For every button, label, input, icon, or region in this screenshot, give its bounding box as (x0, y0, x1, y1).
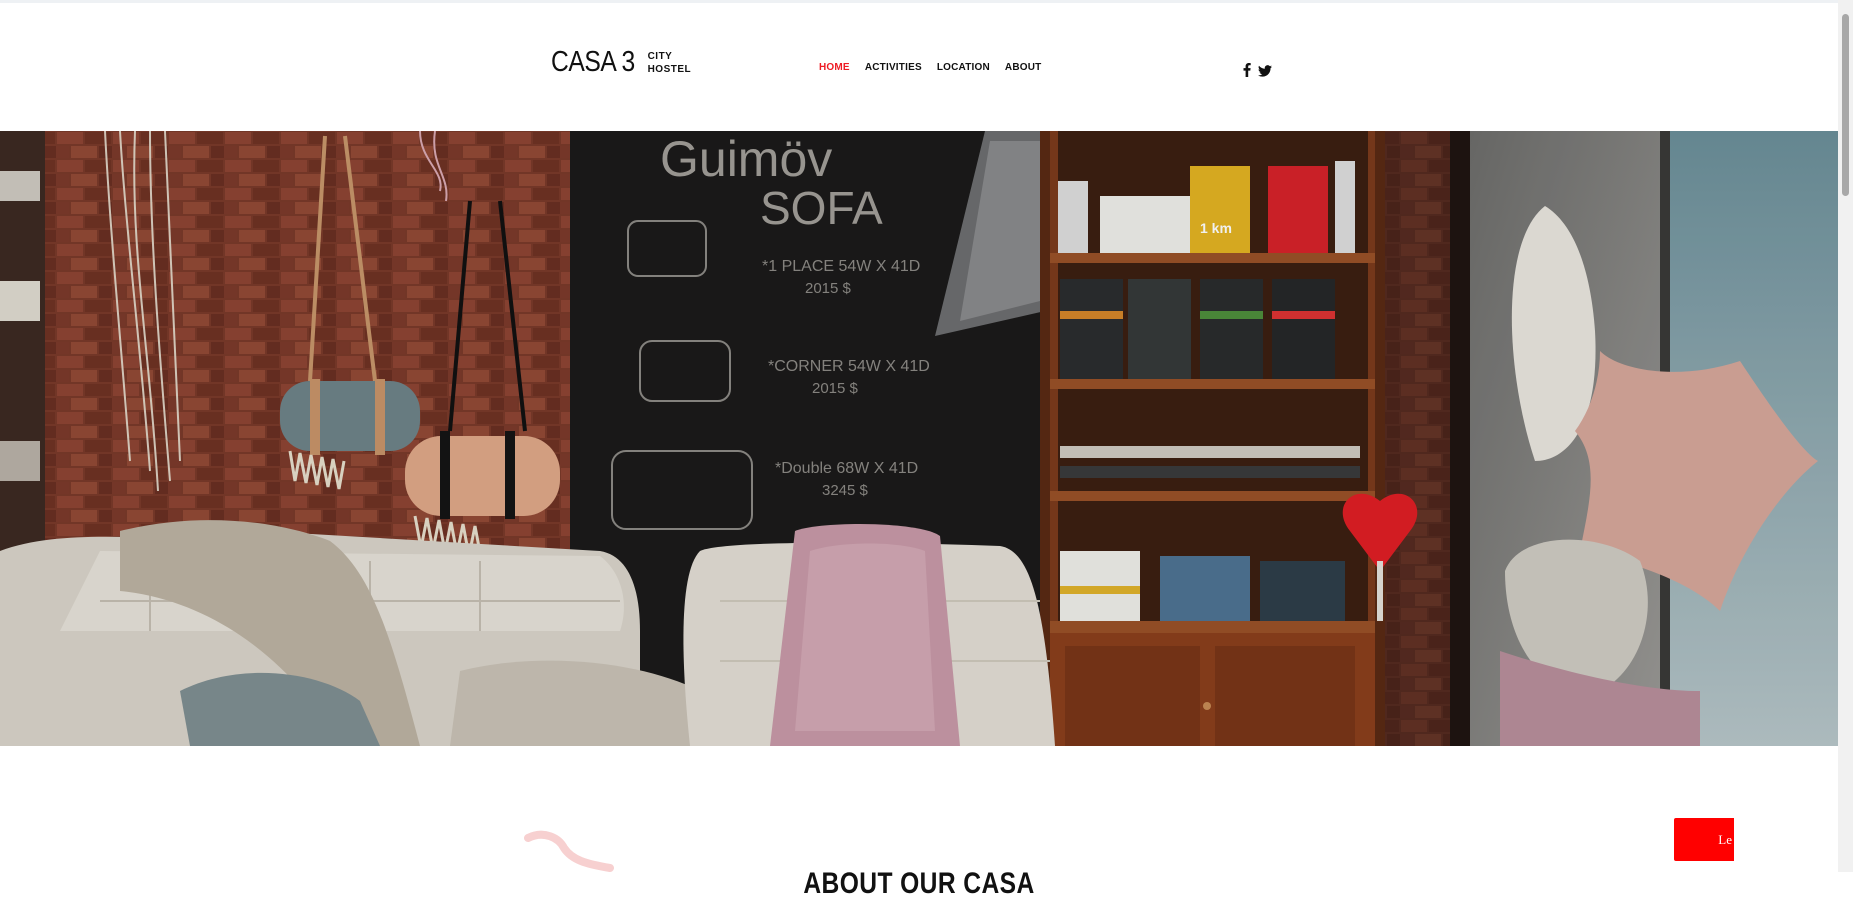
hero-image: Guimöv SOFA *1 PLACE 54W X 41D 2015 $ *C… (0, 131, 1838, 746)
logo-text: CASA 3 (551, 46, 635, 78)
scrollbar-thumb[interactable] (1842, 14, 1849, 196)
facebook-icon[interactable] (1243, 63, 1251, 82)
logo-subtitle-line1: CITY (647, 50, 673, 62)
logo-subtitle: CITY HOSTEL (648, 50, 692, 76)
nav-home[interactable]: HOME (819, 62, 850, 73)
hero-illustration: Guimöv SOFA *1 PLACE 54W X 41D 2015 $ *C… (0, 131, 1838, 746)
logo[interactable]: CASA 3 CITY HOSTEL (551, 48, 691, 77)
logo-subtitle-line2: HOSTEL (647, 63, 692, 75)
main-nav: HOME ACTIVITIES LOCATION ABOUT (819, 62, 1041, 73)
cta-label: Le (1718, 831, 1732, 847)
cta-button[interactable]: Le (1674, 818, 1734, 861)
twitter-icon[interactable] (1258, 64, 1272, 82)
nav-location[interactable]: LOCATION (937, 62, 990, 73)
nav-activities[interactable]: ACTIVITIES (865, 62, 922, 73)
social-links (1243, 63, 1272, 82)
site-header: CASA 3 CITY HOSTEL HOME ACTIVITIES LOCAT… (0, 3, 1838, 131)
scrollbar[interactable] (1838, 0, 1853, 872)
nav-about[interactable]: ABOUT (1005, 62, 1042, 73)
